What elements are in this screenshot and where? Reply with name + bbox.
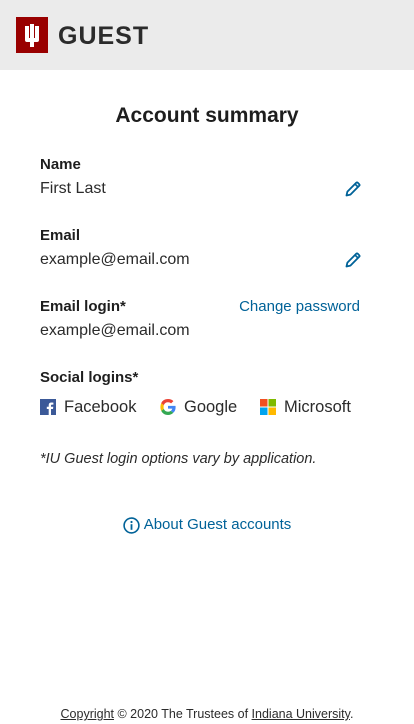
email-login-value: example@email.com: [40, 322, 190, 339]
pencil-icon[interactable]: [344, 180, 362, 198]
about-guest-accounts-label: About Guest accounts: [143, 516, 292, 533]
brand-name: GUEST: [58, 22, 150, 50]
google-login[interactable]: Google: [160, 395, 237, 419]
email-label: Email: [40, 227, 81, 244]
iu-trident-icon[interactable]: [16, 17, 48, 53]
info-icon: [123, 516, 140, 534]
copyright-link[interactable]: Copyright: [61, 707, 115, 721]
about-row: About Guest accounts: [0, 515, 414, 535]
google-icon: [160, 399, 176, 415]
name-label: Name: [40, 156, 81, 173]
google-label: Google: [184, 398, 238, 416]
facebook-label: Facebook: [64, 398, 137, 416]
social-logins-label: Social logins*: [40, 369, 139, 386]
indiana-university-link[interactable]: Indiana University: [252, 707, 350, 721]
name-value: First Last: [40, 180, 106, 197]
footer: Copyright © 2020 The Trustees of Indiana…: [0, 705, 414, 723]
facebook-icon: [40, 399, 56, 415]
email-login-label: Email login*: [40, 298, 126, 315]
email-value: example@email.com: [40, 251, 190, 268]
microsoft-label: Microsoft: [284, 398, 351, 416]
login-options-note: *IU Guest login options vary by applicat…: [40, 451, 317, 467]
pencil-icon[interactable]: [344, 251, 362, 269]
microsoft-icon: [260, 399, 276, 415]
facebook-login[interactable]: Facebook: [40, 395, 136, 419]
change-password-link[interactable]: Change password: [239, 297, 360, 317]
footer-end: .: [349, 707, 354, 721]
site-header: GUEST: [0, 0, 414, 70]
footer-text: © 2020 The Trustees of: [114, 707, 252, 721]
page-title: Account summary: [115, 104, 299, 127]
about-guest-accounts-link[interactable]: About Guest accounts: [123, 515, 292, 535]
microsoft-login[interactable]: Microsoft: [260, 395, 351, 419]
